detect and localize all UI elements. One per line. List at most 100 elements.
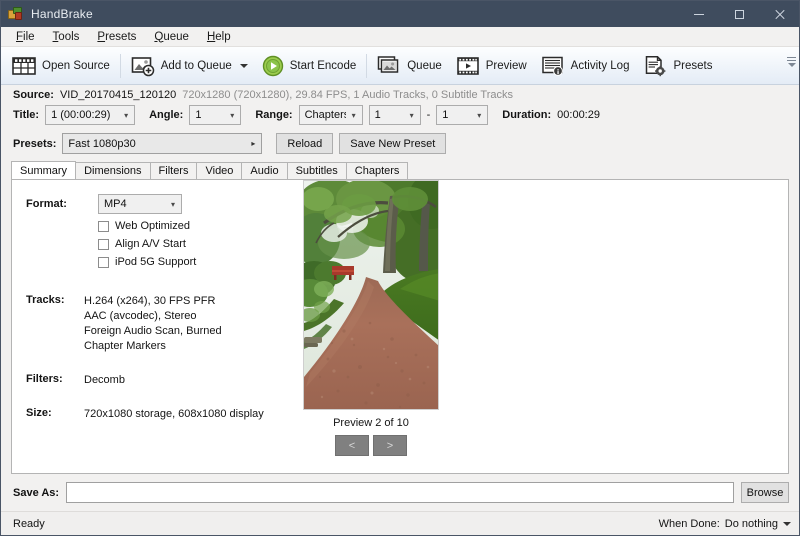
align-av-start-row[interactable]: Align A/V Start [98, 238, 286, 250]
range-type-value: Chapters [305, 109, 346, 121]
source-filename: VID_20170415_120120 [60, 89, 176, 101]
tab-chapters[interactable]: Chapters [346, 162, 409, 179]
chevron-right-icon: ▸ [245, 139, 261, 148]
menu-file-rest: ile [23, 31, 35, 43]
add-to-queue-label: Add to Queue [161, 60, 232, 72]
chevron-down-icon: ▾ [471, 111, 487, 120]
menu-presets[interactable]: Presets [88, 29, 145, 45]
tab-subtitles[interactable]: Subtitles [287, 162, 347, 179]
title-select-value: 1 (00:00:29) [51, 109, 118, 121]
tab-chapters-label: Chapters [355, 165, 400, 177]
size-label: Size: [26, 407, 84, 422]
browse-button[interactable]: Browse [741, 482, 789, 503]
preview-prev-label: < [349, 440, 355, 452]
toolbar-separator-2 [366, 54, 367, 78]
maximize-button[interactable] [719, 1, 759, 27]
chevron-down-icon [240, 64, 248, 68]
chevron-down-icon: ▾ [165, 200, 181, 209]
preset-select[interactable]: Fast 1080p30 ▸ [62, 133, 262, 154]
tab-subtitles-label: Subtitles [296, 165, 338, 177]
angle-select-value: 1 [195, 109, 224, 121]
preview-prev-button[interactable]: < [335, 435, 369, 456]
menu-help-rest: elp [215, 31, 230, 43]
tab-summary-label: Summary [20, 165, 67, 177]
tab-audio-label: Audio [250, 165, 278, 177]
tab-filters[interactable]: Filters [150, 162, 198, 179]
document-gear-icon [643, 55, 667, 77]
tab-dimensions[interactable]: Dimensions [75, 162, 150, 179]
filters-label: Filters: [26, 373, 84, 388]
align-av-start-checkbox[interactable] [98, 239, 109, 250]
format-row: Format: MP4 ▾ [26, 194, 286, 214]
tab-video[interactable]: Video [196, 162, 242, 179]
range-start-select[interactable]: 1 ▾ [369, 105, 421, 125]
web-optimized-checkbox[interactable] [98, 221, 109, 232]
save-as-input[interactable] [66, 482, 734, 503]
save-as-row: Save As: Browse [1, 474, 799, 511]
preview-area: Preview 2 of 10 < > [291, 180, 451, 456]
angle-select[interactable]: 1 ▾ [189, 105, 241, 125]
save-new-preset-button[interactable]: Save New Preset [339, 133, 446, 154]
ipod-5g-support-checkbox[interactable] [98, 257, 109, 268]
preset-select-value: Fast 1080p30 [68, 138, 245, 150]
queue-label: Queue [407, 60, 442, 72]
preview-caption: Preview 2 of 10 [291, 417, 451, 429]
tracks-values: H.264 (x264), 30 FPS PFR AAC (avcodec), … [84, 294, 222, 354]
when-done-label: When Done: [659, 518, 720, 530]
start-encode-label: Start Encode [290, 60, 356, 72]
presets-toolbar-button[interactable]: Presets [636, 49, 719, 83]
when-done-select[interactable]: Do nothing [725, 518, 791, 530]
tracks-block: Tracks: H.264 (x264), 30 FPS PFR AAC (av… [26, 294, 286, 354]
reload-button[interactable]: Reload [276, 133, 333, 154]
start-encode-button[interactable]: Start Encode [255, 49, 363, 83]
tab-audio[interactable]: Audio [241, 162, 287, 179]
web-optimized-row[interactable]: Web Optimized [98, 220, 286, 232]
preview-next-button[interactable]: > [373, 435, 407, 456]
when-done-value: Do nothing [725, 518, 778, 530]
format-select[interactable]: MP4 ▾ [98, 194, 182, 214]
filters-value: Decomb [84, 373, 125, 388]
window-controls [679, 1, 799, 27]
align-av-start-label: Align A/V Start [115, 238, 186, 250]
menu-file[interactable]: File [7, 29, 44, 45]
menu-file-accel: F [16, 31, 23, 43]
chevron-down-icon: ▾ [224, 111, 240, 120]
ipod-5g-support-row[interactable]: iPod 5G Support [98, 256, 286, 268]
chevron-down-icon: ▾ [118, 111, 134, 120]
open-source-button[interactable]: Open Source [5, 49, 117, 83]
size-value: 720x1080 storage, 608x1080 display [84, 407, 264, 422]
close-button[interactable] [759, 1, 799, 27]
source-label: Source: [13, 89, 54, 101]
activity-log-label: Activity Log [571, 60, 630, 72]
title-row: Title: 1 (00:00:29) ▾ Angle: 1 ▾ Range: … [1, 103, 799, 127]
range-end-select[interactable]: 1 ▾ [436, 105, 488, 125]
tab-summary[interactable]: Summary [11, 161, 76, 179]
toolbar-overflow-icon[interactable] [787, 57, 796, 67]
queue-button[interactable]: Queue [370, 49, 449, 83]
minimize-button[interactable] [679, 1, 719, 27]
chevron-down-icon [783, 522, 791, 526]
menu-bar: File Tools Presets Queue Help [1, 27, 799, 47]
range-label: Range: [255, 109, 292, 121]
filters-values: Decomb [84, 373, 125, 388]
menu-queue[interactable]: Queue [145, 29, 198, 45]
menu-queue-rest: ueue [163, 31, 189, 43]
activity-log-button[interactable]: Activity Log [534, 49, 637, 83]
menu-presets-rest: resets [105, 31, 136, 43]
stacked-images-icon [377, 55, 401, 77]
menu-tools[interactable]: Tools [44, 29, 89, 45]
handbrake-window: HandBrake File Tools Presets Queue Help [0, 0, 800, 536]
save-new-preset-label: Save New Preset [350, 138, 435, 150]
range-type-select[interactable]: Chapters ▾ [299, 105, 363, 125]
add-to-queue-button[interactable]: Add to Queue [124, 49, 255, 83]
source-row: Source: VID_20170415_120120 720x1280 (72… [1, 85, 799, 103]
range-start-value: 1 [375, 109, 404, 121]
title-select[interactable]: 1 (00:00:29) ▾ [45, 105, 135, 125]
duration-label: Duration: [502, 109, 551, 121]
preview-nav: < > [291, 435, 451, 456]
when-done-area: When Done: Do nothing [659, 518, 791, 530]
preview-button[interactable]: Preview [449, 49, 534, 83]
menu-help[interactable]: Help [198, 29, 240, 45]
green-play-icon [262, 55, 284, 77]
film-preview-icon [456, 55, 480, 77]
